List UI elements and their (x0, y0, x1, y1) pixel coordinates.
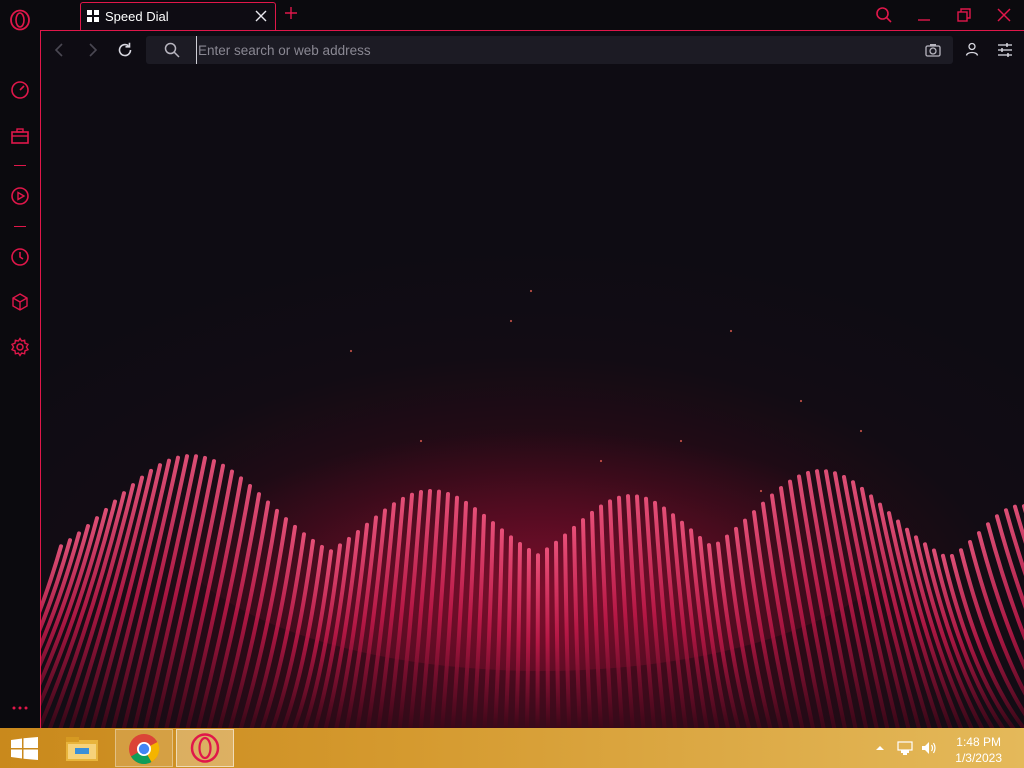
taskbar-chrome[interactable] (115, 729, 173, 767)
clock-time: 1:48 PM (956, 735, 1001, 749)
snapshot-camera-icon[interactable] (925, 42, 941, 58)
forward-icon[interactable] (83, 41, 101, 59)
tab-strip: Speed Dial (40, 0, 1024, 31)
clock-date: 1/3/2023 (955, 751, 1002, 765)
reload-icon[interactable] (116, 41, 134, 59)
particle (529, 289, 533, 293)
particle (759, 489, 763, 493)
wave-strand (545, 547, 551, 728)
taskbar: 1:48 PM 1/3/2023 (0, 728, 1024, 768)
particle (419, 439, 423, 443)
sidebar-divider (14, 165, 26, 166)
particle (349, 349, 353, 353)
address-bar[interactable] (146, 36, 953, 64)
windows-start-icon[interactable] (11, 737, 38, 760)
taskbar-opera-gx[interactable] (176, 729, 234, 767)
sidebar (0, 0, 40, 728)
opera-gx-icon (190, 733, 220, 763)
particle (799, 399, 803, 403)
back-icon[interactable] (51, 41, 69, 59)
profile-icon[interactable] (965, 42, 979, 56)
particle (679, 439, 683, 443)
close-tab-icon[interactable] (255, 10, 267, 22)
search-icon (164, 42, 180, 58)
particle (859, 429, 863, 433)
close-window-icon[interactable] (995, 6, 1013, 24)
address-input[interactable] (196, 36, 898, 64)
new-tab-plus-icon[interactable] (284, 6, 298, 20)
chrome-icon (129, 734, 160, 765)
minimize-icon[interactable] (915, 6, 933, 24)
easy-setup-icon[interactable] (997, 42, 1013, 58)
taskbar-file-explorer[interactable] (56, 729, 114, 767)
restore-icon[interactable] (955, 6, 973, 24)
network-icon[interactable] (897, 740, 913, 756)
particle (729, 329, 733, 333)
tab-speed-dial[interactable]: Speed Dial (80, 2, 276, 31)
system-clock[interactable]: 1:48 PM 1/3/2023 (955, 734, 1002, 766)
sidebar-divider (14, 226, 26, 227)
file-explorer-icon (66, 737, 98, 761)
speed-dial-wallpaper (41, 289, 1024, 728)
speed-dial-grid-icon (87, 10, 99, 22)
particle (599, 459, 603, 463)
wave-strand (524, 548, 531, 728)
particle (509, 319, 513, 323)
extensions-cube-icon[interactable] (9, 291, 31, 313)
player-icon[interactable] (9, 185, 31, 207)
history-icon[interactable] (9, 246, 31, 268)
workspaces-icon[interactable] (9, 125, 31, 147)
speedometer-icon[interactable] (9, 79, 31, 101)
settings-gear-icon[interactable] (9, 336, 31, 358)
wave-strand (79, 468, 153, 728)
show-hidden-icons-icon[interactable] (874, 740, 886, 756)
search-tabs-icon[interactable] (875, 6, 893, 24)
toolbar (41, 31, 1024, 69)
more-icon[interactable] (9, 697, 31, 719)
tab-title: Speed Dial (105, 9, 169, 24)
wave-strand (535, 553, 540, 728)
browser-content (40, 30, 1024, 728)
volume-icon[interactable] (921, 740, 937, 756)
opera-logo-icon[interactable] (9, 9, 31, 31)
